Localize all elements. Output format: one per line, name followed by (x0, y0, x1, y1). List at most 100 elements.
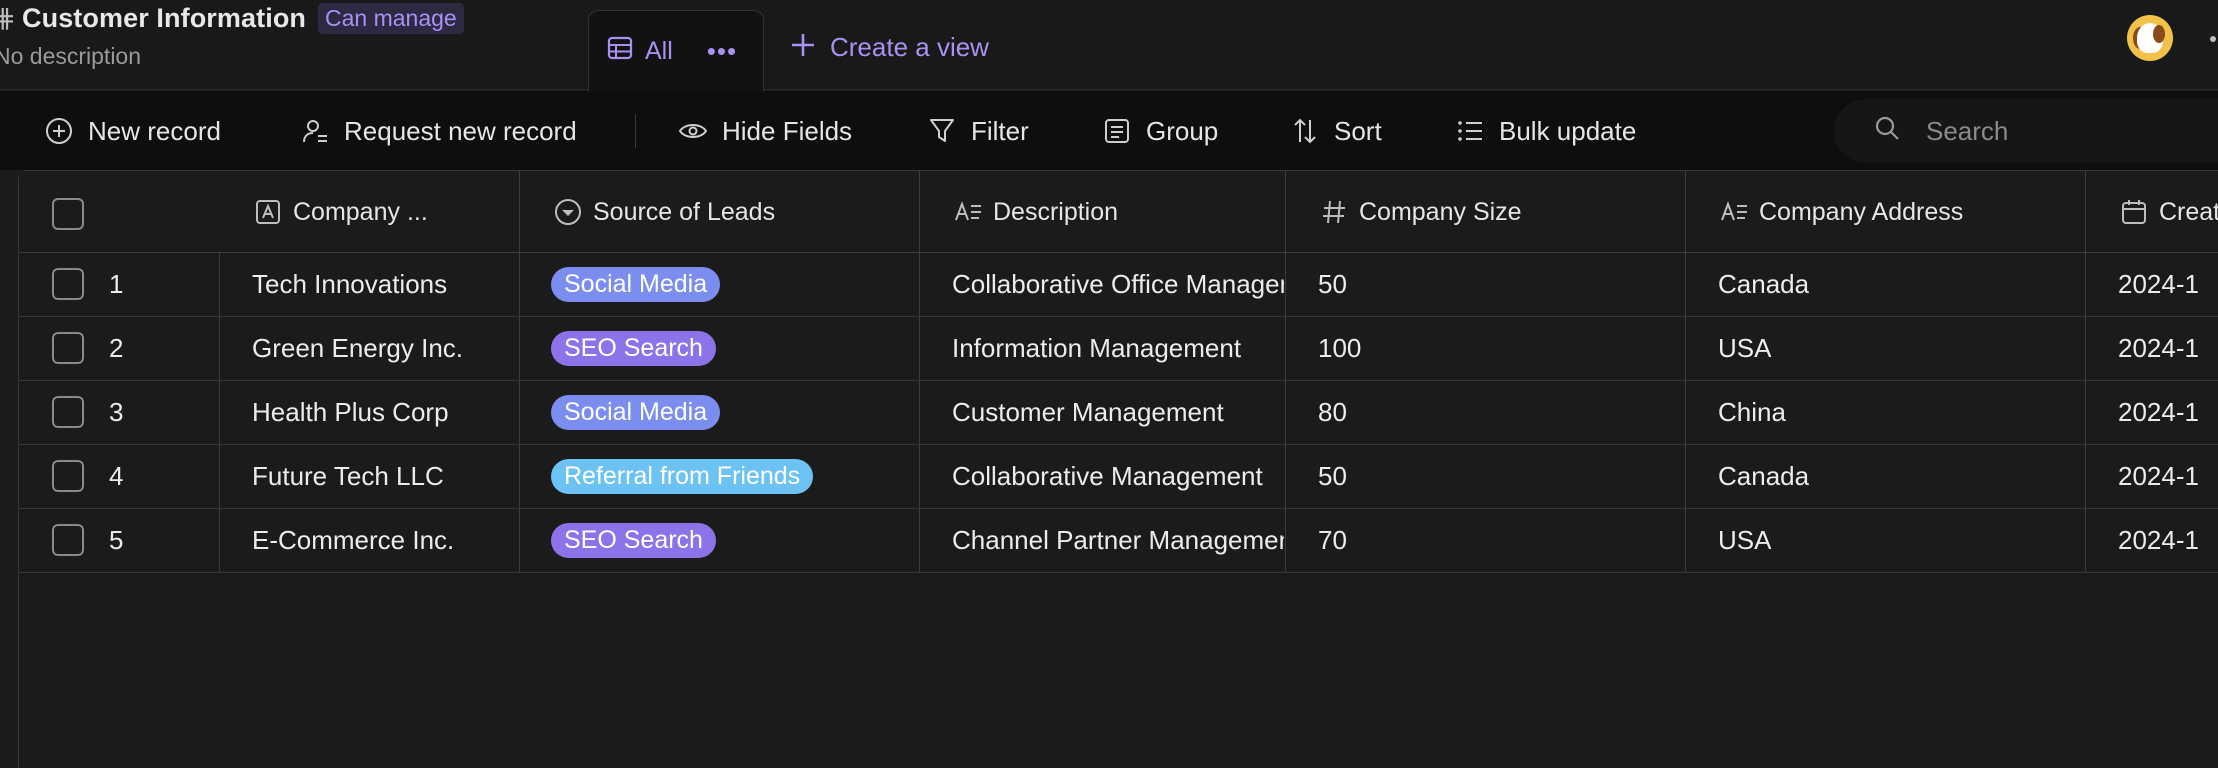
column-header-size[interactable]: Company Size (1319, 171, 1522, 253)
sort-button[interactable]: Sort (1290, 111, 1382, 151)
cell-size[interactable]: 70 (1318, 509, 1347, 572)
row-checkbox[interactable] (52, 460, 84, 492)
title-row: ⋕ Customer Information Can manage (0, 0, 464, 36)
cell-created[interactable]: 2024-1 (2118, 445, 2199, 508)
filter-icon (927, 116, 957, 146)
row-checkbox[interactable] (52, 268, 84, 300)
list-icon (1455, 116, 1485, 146)
row-index: 4 (109, 461, 124, 491)
create-view-button[interactable]: Create a view (790, 30, 989, 64)
cell-company[interactable]: Future Tech LLC (252, 445, 444, 508)
avatar-ear-right (2153, 25, 2165, 43)
new-record-button[interactable]: New record (44, 111, 221, 151)
request-new-record-button[interactable]: Request new record (300, 111, 577, 151)
user-avatar[interactable] (2127, 15, 2173, 61)
cell-company[interactable]: Green Energy Inc. (252, 317, 463, 380)
row-index: 3 (109, 397, 124, 427)
cell-source[interactable]: SEO Search (551, 317, 716, 380)
search-icon (1874, 115, 1900, 148)
table-row[interactable]: 2 Green Energy Inc. SEO Search Informati… (19, 317, 2218, 381)
cell-description[interactable]: Collaborative Office Management (952, 253, 1284, 316)
cell-address[interactable]: China (1718, 381, 1786, 444)
bulk-update-button[interactable]: Bulk update (1455, 111, 1636, 151)
column-header-description[interactable]: Description (953, 171, 1118, 253)
cell-description[interactable]: Customer Management (952, 381, 1284, 444)
create-view-label: Create a view (830, 31, 989, 62)
cell-company[interactable]: Tech Innovations (252, 253, 447, 316)
long-text-icon (953, 197, 983, 227)
page-description[interactable]: No description (0, 43, 141, 70)
plus-icon (790, 30, 816, 64)
cell-size[interactable]: 50 (1318, 253, 1347, 316)
row-checkbox[interactable] (52, 396, 84, 428)
tab-all-label: All (645, 36, 673, 65)
tag-seo-search: SEO Search (551, 523, 716, 558)
row-checkbox[interactable] (52, 332, 84, 364)
grid-toolbar: New record Request new record Hide Field… (0, 91, 2218, 170)
cell-address[interactable]: USA (1718, 317, 1771, 380)
number-hash-icon (1319, 197, 1349, 227)
table-row[interactable]: 1 Tech Innovations Social Media Collabor… (19, 253, 2218, 317)
tag-referral-from-friends: Referral from Friends (551, 459, 814, 494)
cell-description[interactable]: Channel Partner Management (952, 509, 1284, 572)
filter-button[interactable]: Filter (927, 111, 1029, 151)
cell-company[interactable]: Health Plus Corp (252, 381, 449, 444)
table-grip-icon: ⋕ (0, 2, 16, 33)
cell-source[interactable]: Social Media (551, 253, 721, 316)
cell-created[interactable]: 2024-1 (2118, 381, 2199, 444)
cell-source[interactable]: Referral from Friends (551, 445, 814, 508)
cell-source[interactable]: Social Media (551, 381, 721, 444)
tag-seo-search: SEO Search (551, 331, 716, 366)
cell-address[interactable]: Canada (1718, 253, 1809, 316)
plus-circle-icon (44, 116, 74, 146)
page-title[interactable]: Customer Information (22, 3, 306, 34)
column-header-created[interactable]: Created (2119, 171, 2218, 253)
cell-description[interactable]: Collaborative Management (952, 445, 1284, 508)
cell-company[interactable]: E-Commerce Inc. (252, 509, 454, 572)
bulk-update-label: Bulk update (1499, 115, 1637, 146)
column-header-created-label: Created (2159, 197, 2218, 226)
cell-description[interactable]: Information Management (952, 317, 1284, 380)
search-input[interactable]: Search (1834, 99, 2218, 163)
cell-created[interactable]: 2024-1 (2118, 317, 2199, 380)
sort-icon (1290, 116, 1320, 146)
tab-all-view[interactable]: All ••• (588, 10, 764, 91)
table-row[interactable]: 5 E-Commerce Inc. SEO Search Channel Par… (19, 509, 2218, 573)
request-new-record-label: Request new record (344, 115, 577, 146)
column-header-address[interactable]: Company Address (1719, 171, 1963, 253)
data-grid: Company ... Source of Leads Description … (18, 170, 2218, 768)
column-header-company-label: Company ... (293, 197, 428, 226)
hide-fields-button[interactable]: Hide Fields (678, 111, 852, 151)
view-more-icon[interactable]: ••• (707, 36, 737, 67)
row-index: 2 (109, 333, 124, 363)
tag-social-media: Social Media (551, 267, 721, 302)
more-menu-icon[interactable] (2210, 36, 2216, 42)
group-label: Group (1146, 115, 1219, 146)
cell-size[interactable]: 50 (1318, 445, 1347, 508)
cell-size[interactable]: 100 (1318, 317, 1361, 380)
cell-address[interactable]: USA (1718, 509, 1771, 572)
select-all-checkbox[interactable] (52, 198, 84, 230)
cell-address[interactable]: Canada (1718, 445, 1809, 508)
filter-label: Filter (971, 115, 1029, 146)
column-header-company[interactable]: Company ... (253, 171, 428, 253)
group-icon (1102, 116, 1132, 146)
hide-fields-label: Hide Fields (722, 115, 853, 146)
grid-header-row: Company ... Source of Leads Description … (19, 171, 2218, 253)
column-header-size-label: Company Size (1359, 197, 1522, 226)
app-window: ⋕ Customer Information Can manage No des… (0, 0, 2218, 768)
tag-social-media: Social Media (551, 395, 721, 430)
column-header-source[interactable]: Source of Leads (553, 171, 775, 253)
cell-source[interactable]: SEO Search (551, 509, 716, 572)
row-index: 1 (109, 269, 124, 299)
table-row[interactable]: 3 Health Plus Corp Social Media Customer… (19, 381, 2218, 445)
page-header: ⋕ Customer Information Can manage No des… (0, 0, 2218, 91)
group-button[interactable]: Group (1102, 111, 1218, 151)
cell-size[interactable]: 80 (1318, 381, 1347, 444)
table-row[interactable]: 4 Future Tech LLC Referral from Friends … (19, 445, 2218, 509)
row-checkbox[interactable] (52, 524, 84, 556)
cell-created[interactable]: 2024-1 (2118, 509, 2199, 572)
long-text-icon (1719, 197, 1749, 227)
text-field-icon (253, 197, 283, 227)
cell-created[interactable]: 2024-1 (2118, 253, 2199, 316)
